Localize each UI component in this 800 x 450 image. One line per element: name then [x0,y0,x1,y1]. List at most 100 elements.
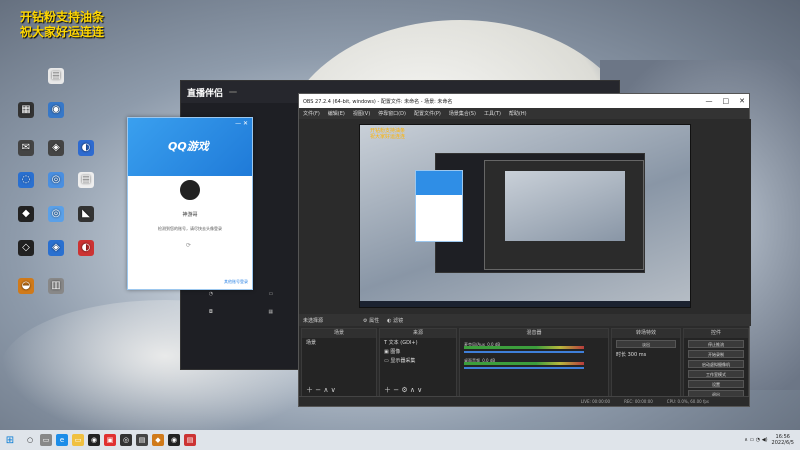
app-icon[interactable]: ◆ [152,434,164,446]
obs-window[interactable]: OBS 27.2.4 (64-bit, windows) - 配置文件: 未命名… [298,93,751,407]
qq-avatar[interactable] [178,178,202,202]
live-tool-5[interactable]: ◔ [209,291,213,297]
live-tool-8[interactable]: ▦ [268,309,273,315]
app-icon: ◎ [48,172,64,188]
app-icon: ◒ [18,278,34,294]
app-icon: ◇ [18,240,34,256]
sources-header: 来源 [380,329,456,338]
obs-taskbar-icon[interactable]: ◉ [168,434,180,446]
properties-button[interactable]: ⚙ 属性 [363,317,379,324]
source-item[interactable]: ▣ 图像 [380,347,456,356]
control-button[interactable]: 开始录制 [688,350,744,358]
qq-other-login-link[interactable]: 其他账号登录 [224,279,248,285]
control-button[interactable]: 设置 [688,380,744,388]
search-icon[interactable]: ○ [24,434,36,446]
app-icon: ◈ [48,240,64,256]
scenes-footer-buttons[interactable]: ＋ − ∧ ∨ [306,385,336,395]
nested-taskbar [360,301,690,307]
mixer-channel[interactable]: 桌面音频 0.0 dB [464,356,604,370]
minimize-icon[interactable]: — [706,97,713,105]
desktop-icon[interactable]: ▤ [64,172,108,189]
live-tool-6[interactable]: ▭ [269,291,274,297]
desktop-icon[interactable]: ▤ [34,68,78,85]
mixer-channel[interactable]: 麦克风/Aux 0.0 dB [464,340,604,354]
preview-overlay-text: 开钻粉支持油条 祝大家好运连连 [370,128,406,140]
app-icon: ◌ [18,172,34,188]
system-tray: ∧ ▭ ◔ ◀) 16:56 2022/6/5 [744,434,800,446]
menu-item[interactable]: 停靠窗口(D) [378,110,406,117]
menu-item[interactable]: 工具(T) [484,110,501,117]
sources-dock: 来源 T 文本 (GDI+) ▣ 图像 ▭ 显示器采集 ＋ − ⚙ ∧ ∨ [379,328,457,398]
obs-statusbar: LIVE: 00:00:00 REC: 00:00:00 CPU: 0.0%, … [299,396,749,406]
app-icon: ◐ [78,240,94,256]
desktop-icon[interactable]: ◣ [64,206,108,223]
desktop-icon[interactable]: ▥ [34,278,78,295]
menu-item[interactable]: 配置文件(P) [414,110,441,117]
app-icon[interactable]: ◉ [88,434,100,446]
live-tool-7[interactable]: ◘ [209,309,213,315]
app-icon: ▤ [78,172,94,188]
qq-window-controls[interactable]: — ✕ [235,120,248,127]
scene-item[interactable]: 场景 [302,338,376,347]
edge-icon[interactable]: e [56,434,68,446]
sources-footer-buttons[interactable]: ＋ − ⚙ ∧ ∨ [384,385,422,395]
taskview-icon[interactable]: ▭ [40,434,52,446]
app-icon: ◈ [48,140,64,156]
duration-row[interactable]: 时长 300 ms [612,350,680,359]
menu-item[interactable]: 文件(F) [303,110,320,117]
app-icon: ▥ [48,278,64,294]
app-icon: ◎ [48,206,64,222]
app-icon: ▦ [18,102,34,118]
menu-item[interactable]: 编辑(E) [328,110,345,117]
control-button[interactable]: 停止推流 [688,340,744,348]
explorer-icon[interactable]: ▭ [72,434,84,446]
app-icon: ◣ [78,206,94,222]
menu-item[interactable]: 场景集合(S) [449,110,476,117]
maximize-icon[interactable]: □ [723,97,730,105]
controls-dock: 控件 停止推流 开始录制 启动虚拟摄像机 工作室模式 设置 退出 [683,328,749,398]
nested-qq-window [415,170,463,242]
app-icon: ◉ [48,102,64,118]
obs-preview-canvas[interactable]: 开钻粉支持油条 祝大家好运连连 [359,124,691,308]
transitions-dock: 转场特效 淡出 时长 300 ms [611,328,681,398]
menu-item[interactable]: 帮助(H) [509,110,527,117]
qq-tip: 检测到您的账号，请尽快去头像登录 [158,226,222,231]
qq-username: 神游哥 [182,212,198,218]
start-icon[interactable]: ⊞ [0,430,20,450]
control-button[interactable]: 工作室模式 [688,370,744,378]
live-bottom-tools: ◔ ▭ ◘ ▦ [181,291,301,327]
tray-icons[interactable]: ∧ ▭ ◔ ◀) [744,437,767,443]
loading-icon: ⟳ [186,242,192,249]
app-icon[interactable]: ▤ [136,434,148,446]
desktop-icon[interactable]: ◐ [64,240,108,257]
menu-item[interactable]: 视图(V) [353,110,370,117]
clock[interactable]: 16:56 2022/6/5 [772,434,794,446]
live-logo: 直播伴侣 [187,88,224,99]
qq-header: — ✕ QQ游戏 [128,118,252,176]
qq-title: QQ游戏 [168,140,209,153]
scenes-dock: 场景 场景 ＋ − ∧ ∨ [301,328,377,398]
taskbar: ⊞ ○ ▭ e ▭ ◉ ▣ ◎ ▤ ◆ ◉ ▤ ∧ ▭ ◔ ◀) 16:56 20… [0,430,800,450]
control-button[interactable]: 启动虚拟摄像机 [688,360,744,368]
overlay-line-2: 祝大家好运连连 [20,25,105,39]
scenes-header: 场景 [302,329,376,338]
live-time: LIVE: 00:00:00 [580,399,611,404]
app-icon[interactable]: ▤ [184,434,196,446]
filters-button[interactable]: ◐ 滤镜 [387,317,403,324]
overlay-line-1: 开钻粉支持油条 [20,10,105,24]
live-badge [229,91,238,93]
qq-game-window[interactable]: — ✕ QQ游戏 神游哥 检测到您的账号，请尽快去头像登录 ⟳ 其他账号登录 [127,117,253,290]
app-icon: ✉ [18,140,34,156]
obs-preview[interactable]: 开钻粉支持油条 祝大家好运连连 [299,119,751,319]
desktop-icon[interactable]: ◉ [34,102,78,119]
app-icon: ◐ [78,140,94,156]
close-icon[interactable]: ✕ [739,97,745,105]
transition-select[interactable]: 淡出 [616,340,676,348]
obs-titlebar: OBS 27.2.4 (64-bit, windows) - 配置文件: 未命名… [299,94,749,108]
mixer-header: 混音器 [460,329,608,338]
source-item[interactable]: ▭ 显示器采集 [380,356,456,365]
source-item[interactable]: T 文本 (GDI+) [380,338,456,347]
desktop-icon[interactable]: ◐ [64,140,108,157]
app-icon[interactable]: ◎ [120,434,132,446]
app-icon[interactable]: ▣ [104,434,116,446]
